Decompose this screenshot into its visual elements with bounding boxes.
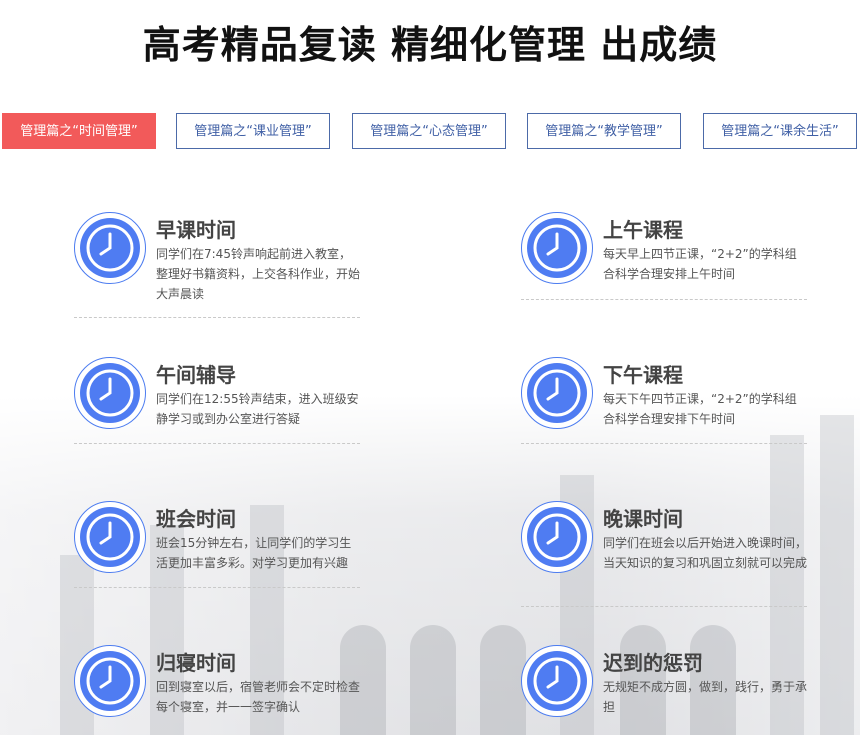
clock-icon bbox=[521, 212, 593, 284]
dashed-divider bbox=[521, 606, 807, 607]
tab-teaching-management[interactable]: 管理篇之“教学管理” bbox=[527, 113, 681, 149]
dashed-divider bbox=[74, 317, 360, 318]
item-description: 每天下午四节正课，“2+2”的学科组合科学合理安排下午时间 bbox=[603, 392, 797, 426]
page-title: 高考精品复读 精细化管理 出成绩 bbox=[142, 23, 718, 67]
clock-icon bbox=[521, 357, 593, 429]
item-title: 迟到的惩罚 bbox=[603, 651, 703, 675]
item-title: 上午课程 bbox=[603, 218, 683, 242]
tab-bar: 管理篇之“时间管理” 管理篇之“课业管理” 管理篇之“心态管理” 管理篇之“教学… bbox=[0, 113, 860, 153]
clock-icon bbox=[74, 212, 146, 284]
item-title: 早课时间 bbox=[156, 218, 236, 242]
clock-icon bbox=[74, 357, 146, 429]
item-description: 同学们在12:55铃声结束，进入班级安静学习或到办公室进行答疑 bbox=[156, 392, 359, 426]
dashed-divider bbox=[74, 443, 360, 444]
clock-icon bbox=[521, 501, 593, 573]
item-title: 午间辅导 bbox=[156, 363, 236, 387]
item-description: 同学们在7:45铃声响起前进入教室，整理好书籍资料，上交各科作业，开始大声晨读 bbox=[156, 247, 361, 301]
dashed-divider bbox=[521, 443, 807, 444]
item-description: 同学们在班会以后开始进入晚课时间，当天知识的复习和巩固立刻就可以完成 bbox=[603, 536, 808, 570]
dashed-divider bbox=[74, 587, 360, 588]
item-title: 归寝时间 bbox=[156, 651, 236, 675]
tab-after-school-life[interactable]: 管理篇之“课余生活” bbox=[703, 113, 857, 149]
item-title: 下午课程 bbox=[603, 363, 683, 387]
clock-icon bbox=[74, 645, 146, 717]
dashed-divider bbox=[521, 299, 807, 300]
item-title: 班会时间 bbox=[156, 507, 236, 531]
item-description: 每天早上四节正课，“2+2”的学科组合科学合理安排上午时间 bbox=[603, 247, 797, 281]
tab-time-management[interactable]: 管理篇之“时间管理” bbox=[2, 113, 156, 149]
item-description: 无规矩不成方圆，做到，践行，勇于承担 bbox=[603, 680, 808, 714]
item-description: 回到寝室以后，宿管老师会不定时检查每个寝室，并一一签字确认 bbox=[156, 680, 361, 714]
clock-icon bbox=[521, 645, 593, 717]
clock-icon bbox=[74, 501, 146, 573]
tab-mindset-management[interactable]: 管理篇之“心态管理” bbox=[352, 113, 506, 149]
item-title: 晚课时间 bbox=[603, 507, 683, 531]
item-description: 班会15分钟左右，让同学们的学习生活更加丰富多彩。对学习更加有兴趣 bbox=[156, 536, 352, 570]
tab-coursework-management[interactable]: 管理篇之“课业管理” bbox=[176, 113, 330, 149]
